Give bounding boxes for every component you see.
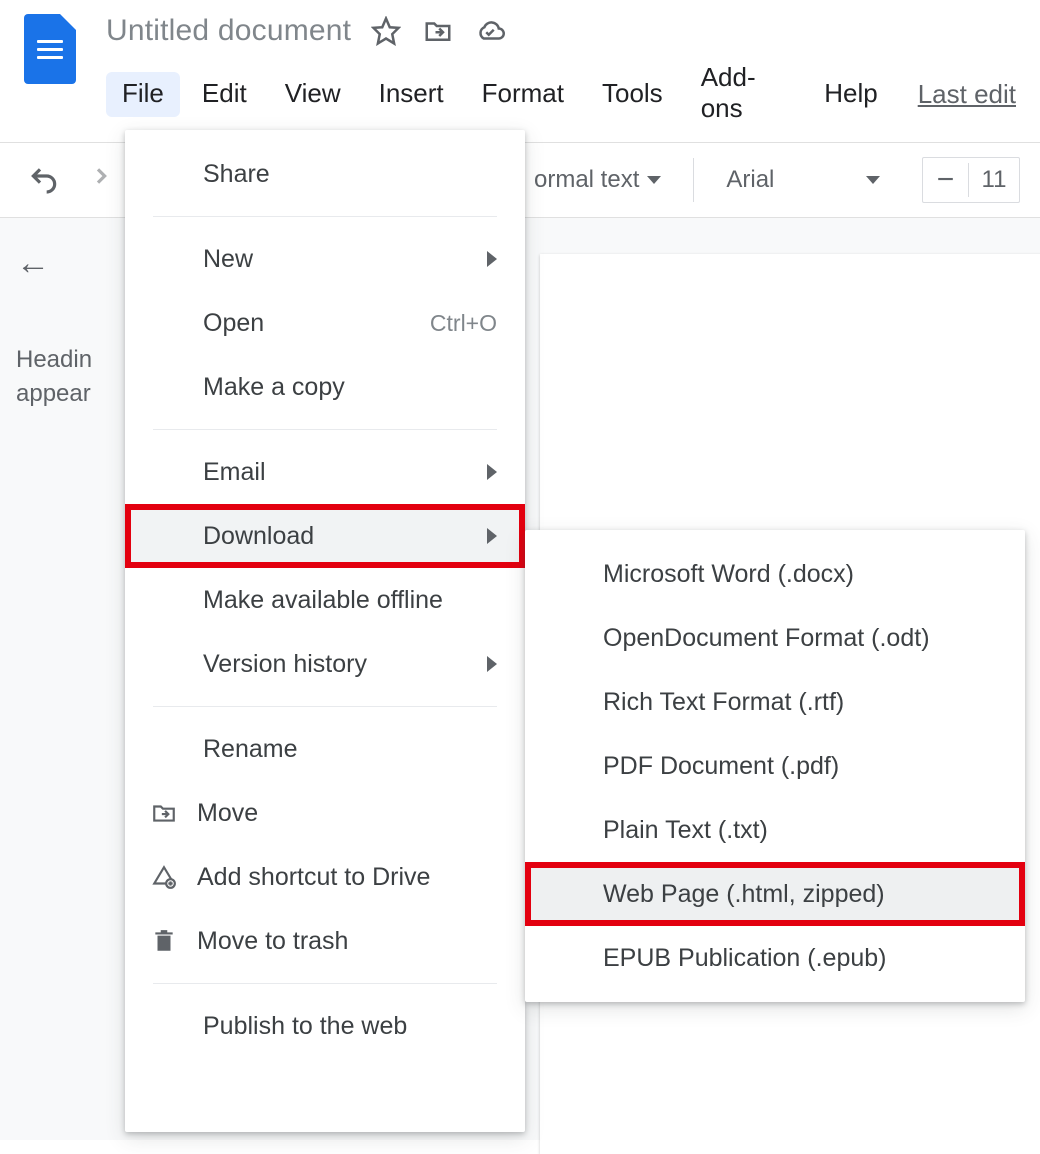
folder-move-icon	[149, 800, 179, 826]
font-size-stepper[interactable]: − 11	[922, 157, 1020, 203]
submenu-caret-icon	[487, 251, 497, 267]
outline-placeholder: Headin appear	[16, 343, 114, 410]
file-menu-new-label: New	[149, 245, 487, 274]
menu-view[interactable]: View	[269, 72, 357, 117]
header: Untitled document File Edit View Insert …	[0, 0, 1040, 132]
download-option-epub-label: EPUB Publication (.epub)	[549, 944, 997, 973]
file-menu-publish[interactable]: Publish to the web	[125, 994, 525, 1058]
outline-collapse-icon[interactable]: ←	[16, 244, 114, 283]
file-menu-make-copy-label: Make a copy	[149, 373, 497, 402]
file-menu-share[interactable]: Share	[125, 142, 525, 206]
download-option-html-label: Web Page (.html, zipped)	[549, 880, 997, 909]
font-family-label: Arial	[726, 166, 774, 194]
file-menu-download-label: Download	[149, 522, 487, 551]
font-size-decrease[interactable]: −	[923, 163, 969, 197]
file-menu-shortcut-label: Add shortcut to Drive	[179, 863, 497, 892]
chevron-down-icon	[647, 176, 661, 184]
menu-separator	[153, 216, 497, 217]
download-option-html[interactable]: Web Page (.html, zipped)	[525, 862, 1025, 926]
download-option-txt[interactable]: Plain Text (.txt)	[525, 798, 1025, 862]
outline-text-line1: Headin	[16, 343, 114, 377]
file-menu-move-label: Move	[179, 799, 497, 828]
doc-title[interactable]: Untitled document	[106, 14, 351, 48]
file-menu-move[interactable]: Move	[125, 781, 525, 845]
file-menu-open[interactable]: OpenCtrl+O	[125, 291, 525, 355]
redo-icon[interactable]	[78, 164, 110, 196]
outline-text-line2: appear	[16, 377, 114, 411]
download-submenu: Microsoft Word (.docx) OpenDocument Form…	[525, 530, 1025, 1002]
menu-tools[interactable]: Tools	[586, 72, 679, 117]
title-block: Untitled document File Edit View Insert …	[106, 14, 1016, 132]
submenu-caret-icon	[487, 656, 497, 672]
docs-logo[interactable]	[24, 14, 76, 84]
undo-icon[interactable]	[28, 164, 60, 196]
menu-separator	[153, 429, 497, 430]
cloud-saved-icon[interactable]	[475, 16, 505, 46]
file-menu-trash-label: Move to trash	[179, 927, 497, 956]
menu-separator	[153, 983, 497, 984]
file-menu-share-label: Share	[149, 160, 497, 189]
title-row: Untitled document	[106, 14, 1016, 48]
drive-shortcut-icon	[149, 864, 179, 890]
file-menu-make-copy[interactable]: Make a copy	[125, 355, 525, 419]
font-family-dropdown[interactable]: Arial	[718, 160, 888, 200]
paragraph-style-dropdown[interactable]: ormal text	[526, 160, 669, 200]
menu-edit[interactable]: Edit	[186, 72, 263, 117]
menu-separator	[153, 706, 497, 707]
submenu-caret-icon	[487, 528, 497, 544]
download-option-rtf[interactable]: Rich Text Format (.rtf)	[525, 670, 1025, 734]
file-menu-publish-label: Publish to the web	[149, 1012, 497, 1041]
menu-insert[interactable]: Insert	[363, 72, 460, 117]
star-icon[interactable]	[371, 16, 401, 46]
file-menu-rename[interactable]: Rename	[125, 717, 525, 781]
menu-help[interactable]: Help	[808, 72, 893, 117]
download-option-docx[interactable]: Microsoft Word (.docx)	[525, 542, 1025, 606]
file-menu-rename-label: Rename	[149, 735, 497, 764]
file-menu-version-label: Version history	[149, 650, 487, 679]
file-menu-email-label: Email	[149, 458, 487, 487]
download-option-docx-label: Microsoft Word (.docx)	[549, 560, 997, 589]
file-menu-version-history[interactable]: Version history	[125, 632, 525, 696]
download-option-epub[interactable]: EPUB Publication (.epub)	[525, 926, 1025, 990]
menu-file[interactable]: File	[106, 72, 180, 117]
outline-pane: ← Headin appear	[0, 218, 130, 1140]
docs-logo-lines-icon	[37, 40, 63, 59]
paragraph-style-label: ormal text	[534, 166, 639, 194]
file-menu-offline-label: Make available offline	[149, 586, 497, 615]
file-menu-move-to-trash[interactable]: Move to trash	[125, 909, 525, 973]
last-edit-link[interactable]: Last edit	[918, 79, 1016, 110]
download-option-pdf[interactable]: PDF Document (.pdf)	[525, 734, 1025, 798]
file-menu-make-available-offline[interactable]: Make available offline	[125, 568, 525, 632]
file-menu-add-shortcut[interactable]: Add shortcut to Drive	[125, 845, 525, 909]
download-option-rtf-label: Rich Text Format (.rtf)	[549, 688, 997, 717]
file-menu-email[interactable]: Email	[125, 440, 525, 504]
file-menu-download[interactable]: Download	[125, 504, 525, 568]
file-menu-dropdown: Share New OpenCtrl+O Make a copy Email D…	[125, 130, 525, 1132]
trash-icon	[149, 928, 179, 954]
font-size-value[interactable]: 11	[969, 166, 1019, 194]
menu-addons[interactable]: Add-ons	[685, 56, 803, 132]
chevron-down-icon	[866, 176, 880, 184]
file-menu-open-label: Open	[149, 309, 430, 338]
menubar: File Edit View Insert Format Tools Add-o…	[106, 52, 1016, 132]
toolbar-separator	[693, 158, 694, 202]
download-option-pdf-label: PDF Document (.pdf)	[549, 752, 997, 781]
title-icons	[371, 16, 505, 46]
file-menu-open-shortcut: Ctrl+O	[430, 310, 497, 337]
move-to-folder-icon[interactable]	[423, 16, 453, 46]
download-option-odt-label: OpenDocument Format (.odt)	[549, 624, 997, 653]
menu-format[interactable]: Format	[466, 72, 580, 117]
submenu-caret-icon	[487, 464, 497, 480]
download-option-odt[interactable]: OpenDocument Format (.odt)	[525, 606, 1025, 670]
download-option-txt-label: Plain Text (.txt)	[549, 816, 997, 845]
file-menu-new[interactable]: New	[125, 227, 525, 291]
